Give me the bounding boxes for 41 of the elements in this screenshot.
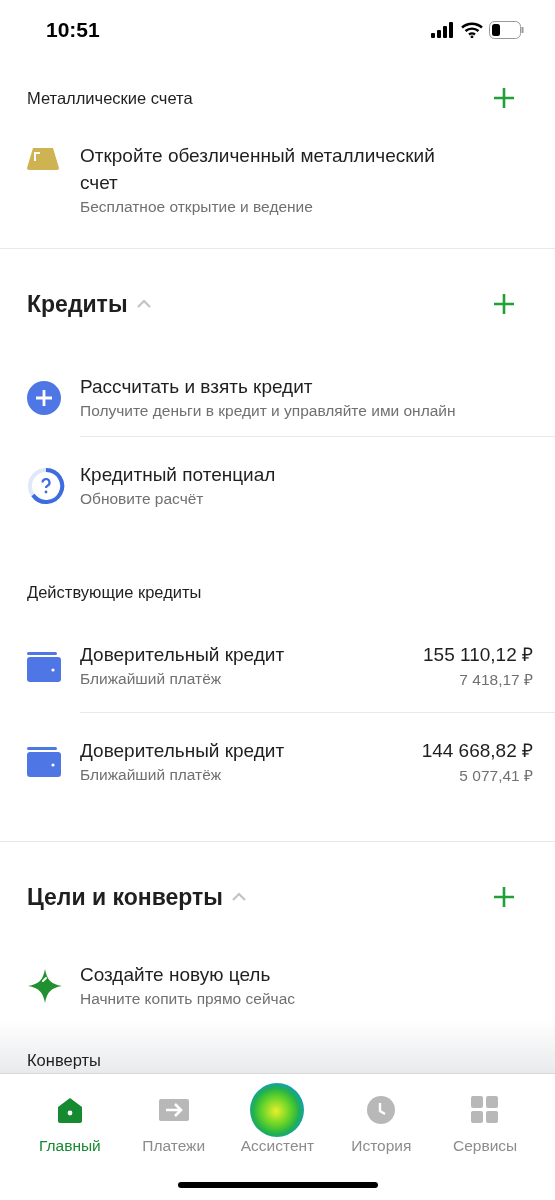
item-title[interactable]: Создайте новую цель (80, 962, 555, 988)
question-progress-icon (27, 467, 65, 505)
item-title[interactable]: Рассчитать и взять кредит (80, 373, 555, 400)
loan-title[interactable]: Доверительный кредит (80, 642, 285, 668)
sparkle-icon (27, 968, 63, 1004)
clock-icon (367, 1096, 396, 1124)
item-title[interactable]: Кредитный потенциал (80, 462, 555, 488)
subsection-title: Действующие кредиты (27, 582, 202, 604)
loan-subtitle: Ближайший платёж (80, 669, 223, 689)
loan-amount: 155 110,12 ₽ (423, 643, 533, 667)
tab-bar-item[interactable]: Главный (18, 1084, 122, 1156)
item-subtitle: Начните копить прямо сейчас (80, 989, 297, 1009)
payment-amount: 7 418,17 ₽ (459, 670, 533, 690)
grid-icon (471, 1096, 500, 1124)
home-icon (55, 1097, 84, 1123)
chevron-up-icon[interactable] (231, 892, 247, 902)
wallet-icon (27, 651, 61, 682)
battery-icon (489, 21, 525, 39)
item-subtitle: Бесплатное открытие и ведение (80, 197, 314, 217)
wifi-icon (461, 22, 483, 38)
loan-subtitle: Ближайший платёж (80, 764, 223, 785)
add-circle-icon (27, 381, 61, 415)
add-icon[interactable] (492, 86, 516, 110)
item-subtitle: Обновите расчёт (80, 489, 205, 509)
status-time: 10:51 (46, 17, 100, 44)
subsection-title: Конверты (27, 1050, 101, 1070)
loan-amount: 144 668,82 ₽ (421, 738, 533, 763)
loan-title[interactable]: Доверительный кредит (80, 737, 285, 764)
add-icon[interactable] (492, 292, 516, 316)
assistant-orb-icon (249, 1082, 306, 1138)
section-heading[interactable]: Цели и конверты (27, 879, 223, 915)
ingot-icon (27, 148, 59, 170)
item-title[interactable]: Откройте обезличенный металлический счет (80, 142, 445, 196)
add-icon[interactable] (492, 885, 516, 909)
chevron-up-icon[interactable] (135, 299, 152, 309)
signal-icon (431, 22, 455, 38)
wallet-icon (27, 746, 61, 777)
item-subtitle: Получите деньги в кредит и управляйте ими онлайн (80, 400, 457, 421)
section-heading[interactable]: Кредиты (27, 286, 128, 322)
payment-amount: 5 077,41 ₽ (459, 765, 533, 786)
section-title: Металлические счета (27, 87, 193, 109)
